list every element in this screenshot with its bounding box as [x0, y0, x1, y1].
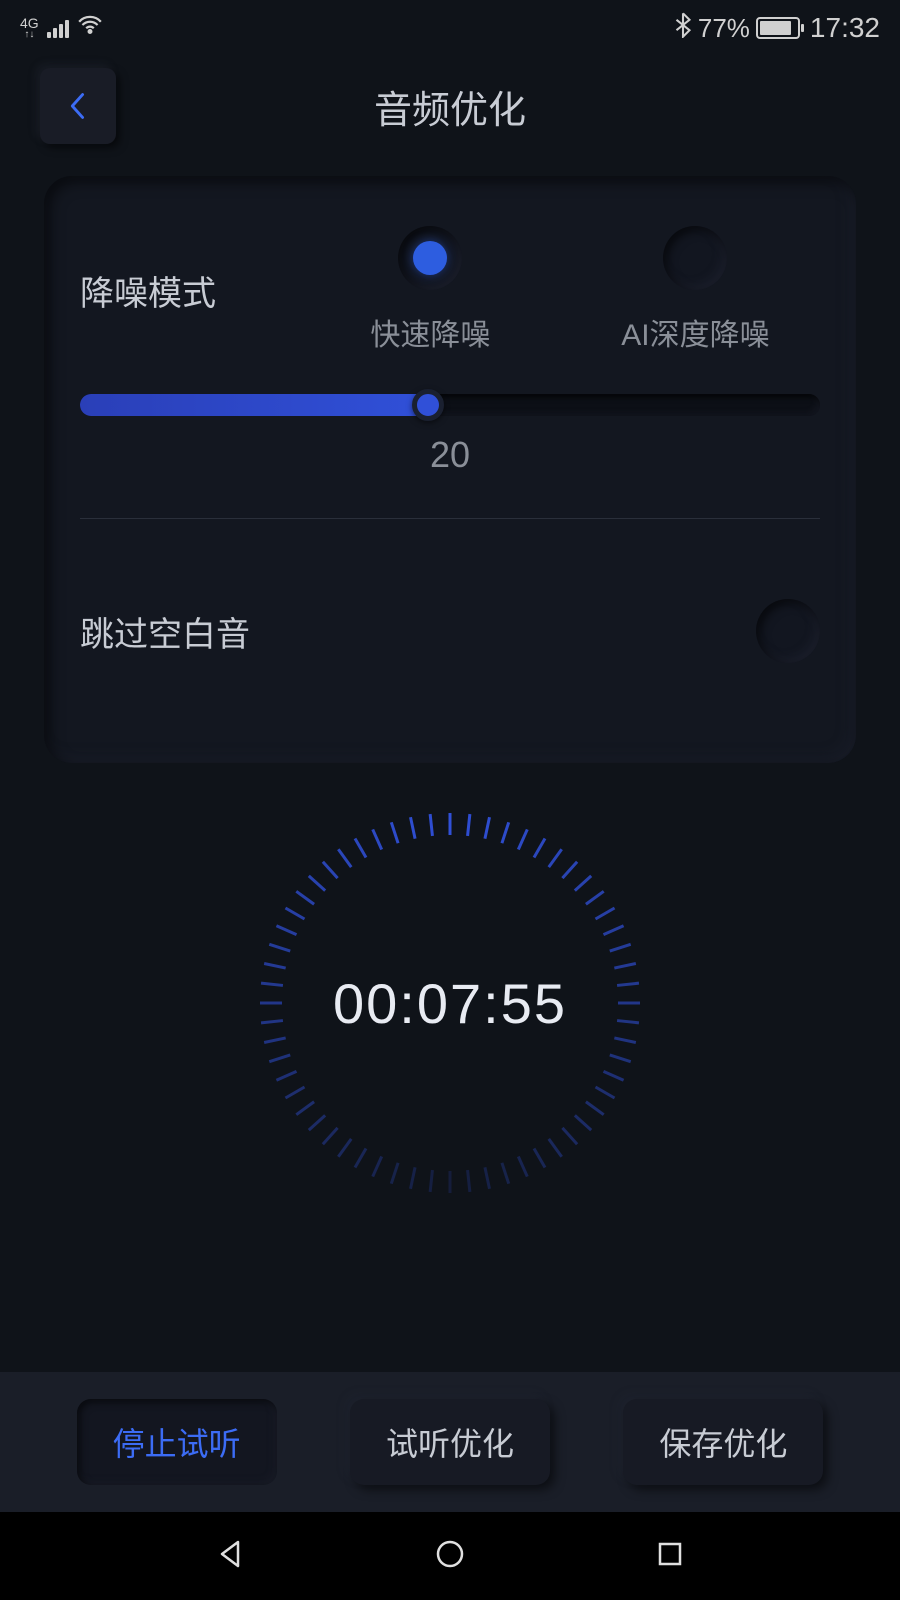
timer-zone: 00:07:55 [0, 813, 900, 1193]
option-fast-denoise[interactable]: 快速降噪 [370, 226, 490, 354]
status-bar: 4G ↑↓ 77% 17:32 [0, 0, 900, 56]
skip-silence-label: 跳过空白音 [80, 607, 250, 656]
skip-silence-toggle[interactable] [756, 599, 820, 663]
slider-thumb[interactable] [412, 389, 444, 421]
save-optimize-button[interactable]: 保存优化 [623, 1399, 823, 1485]
settings-card: 降噪模式 快速降噪 AI深度降噪 20 跳过空白音 [44, 176, 856, 763]
page-title: 音频优化 [0, 79, 900, 134]
network-indicator: 4G ↑↓ [20, 16, 39, 40]
denoise-slider[interactable]: 20 [80, 394, 820, 476]
chevron-left-icon [64, 90, 92, 122]
slider-fill [80, 394, 428, 416]
battery-icon [756, 17, 800, 39]
timer-dial: 00:07:55 [260, 813, 640, 1193]
option-ai-denoise[interactable]: AI深度降噪 [621, 226, 769, 354]
nav-recent-icon[interactable] [650, 1534, 690, 1579]
back-button[interactable] [40, 68, 116, 144]
noise-mode-label: 降噪模式 [80, 266, 320, 315]
battery-percent: 77% [698, 13, 750, 44]
wifi-icon [77, 12, 103, 45]
nav-back-icon[interactable] [210, 1534, 250, 1579]
slider-value: 20 [80, 434, 820, 476]
noise-mode-options: 快速降噪 AI深度降噪 [320, 226, 820, 354]
radio-icon [398, 226, 462, 290]
status-time: 17:32 [810, 12, 880, 44]
radio-icon [663, 226, 727, 290]
slider-track [80, 394, 820, 416]
header: 音频优化 [0, 56, 900, 156]
nav-home-icon[interactable] [430, 1534, 470, 1579]
bluetooth-icon [674, 12, 692, 44]
stop-preview-button[interactable]: 停止试听 [77, 1399, 277, 1485]
action-bar: 停止试听 试听优化 保存优化 [0, 1372, 900, 1512]
android-nav-bar [0, 1512, 900, 1600]
signal-bars-icon [47, 18, 69, 38]
preview-optimize-button[interactable]: 试听优化 [350, 1399, 550, 1485]
